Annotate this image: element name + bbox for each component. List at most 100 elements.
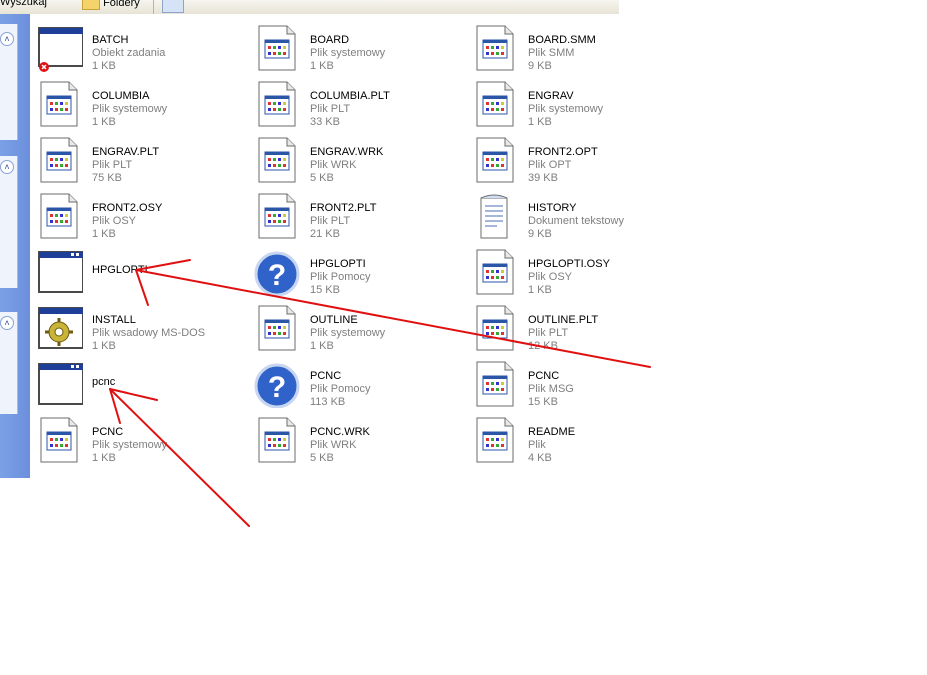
folders-label: Foldery (103, 0, 140, 9)
file-item[interactable]: HPGLOPTI.OSY Plik OSY 1 KB (471, 248, 671, 298)
system-file-icon (35, 80, 83, 128)
file-item[interactable]: FRONT2.OSY Plik OSY 1 KB (35, 192, 235, 242)
file-size: 15 KB (310, 284, 340, 296)
file-size: 1 KB (92, 116, 116, 128)
system-file-icon (471, 304, 519, 352)
scheduled-task-icon (35, 24, 84, 72)
file-item[interactable]: OUTLINE Plik systemowy 1 KB (253, 304, 453, 354)
task-pane: ˄ ˄ ˄ (0, 14, 30, 478)
file-type: Plik PLT (92, 159, 133, 171)
help-file-icon: ? (253, 248, 301, 297)
collapse-chevron-icon[interactable]: ˄ (0, 160, 14, 174)
file-name: FRONT2.OPT (528, 146, 598, 158)
search-label: Wyszukaj (0, 0, 47, 8)
file-type: Plik wsadowy MS-DOS (92, 327, 206, 339)
folder-icon (82, 0, 100, 10)
file-item[interactable]: COLUMBIA.PLT Plik PLT 33 KB (253, 80, 453, 130)
file-size: 5 KB (310, 452, 334, 464)
file-type: Plik PLT (528, 327, 569, 339)
file-item[interactable]: HISTORY Dokument tekstowy 9 KB (471, 192, 671, 242)
file-name: FRONT2.OSY (92, 202, 163, 214)
file-type: Plik systemowy (310, 327, 386, 339)
system-file-icon (35, 416, 83, 464)
file-name: HISTORY (528, 202, 577, 214)
system-file-icon (471, 248, 519, 296)
system-file-icon (253, 80, 301, 128)
file-item[interactable]: FRONT2.OPT Plik OPT 39 KB (471, 136, 671, 186)
system-file-icon (471, 80, 519, 128)
file-size: 1 KB (528, 116, 552, 128)
file-item[interactable]: ENGRAV.PLT Plik PLT 75 KB (35, 136, 235, 186)
file-name: OUTLINE.PLT (528, 314, 599, 326)
file-item[interactable]: PCNC Plik MSG 15 KB (471, 360, 671, 410)
file-type: Plik Pomocy (310, 271, 371, 283)
file-item[interactable]: ENGRAV Plik systemowy 1 KB (471, 80, 671, 130)
search-button[interactable]: Wyszukaj (0, 0, 47, 8)
file-item[interactable]: COLUMBIA Plik systemowy 1 KB (35, 80, 235, 130)
file-item[interactable]: PCNC Plik systemowy 1 KB (35, 416, 235, 466)
toolbar-separator (153, 0, 154, 14)
file-type: Plik systemowy (92, 103, 168, 115)
file-item[interactable]: ENGRAV.WRK Plik WRK 5 KB (253, 136, 453, 186)
file-type: Plik systemowy (528, 103, 604, 115)
file-size: 1 KB (92, 228, 116, 240)
batch-file-icon (35, 304, 84, 352)
svg-text:?: ? (268, 371, 286, 404)
file-size: 15 KB (528, 396, 558, 408)
file-type: Plik OSY (92, 215, 137, 227)
file-size: 33 KB (310, 116, 340, 128)
file-item[interactable]: INSTALL Plik wsadowy MS-DOS 1 KB (35, 304, 235, 354)
file-size: 12 KB (528, 340, 558, 352)
file-type: Plik Pomocy (310, 383, 371, 395)
file-type: Plik PLT (310, 215, 351, 227)
collapse-chevron-icon[interactable]: ˄ (0, 316, 14, 330)
file-item[interactable]: pcnc (35, 360, 235, 410)
file-size: 113 KB (310, 396, 346, 408)
file-size: 75 KB (92, 172, 122, 184)
file-name: PCNC (528, 370, 560, 382)
collapse-chevron-icon[interactable]: ˄ (0, 32, 14, 46)
file-name: pcnc (92, 376, 116, 388)
file-type: Plik WRK (310, 159, 357, 171)
file-type: Plik systemowy (92, 439, 168, 451)
file-type: Dokument tekstowy (528, 215, 624, 227)
file-item[interactable]: BOARD.SMM Plik SMM 9 KB (471, 24, 671, 74)
file-item[interactable]: BATCH Obiekt zadania 1 KB (35, 24, 235, 74)
file-name: COLUMBIA (92, 90, 150, 102)
system-file-icon (471, 360, 519, 408)
file-item[interactable]: FRONT2.PLT Plik PLT 21 KB (253, 192, 453, 242)
file-size: 1 KB (92, 452, 116, 464)
file-size: 39 KB (528, 172, 558, 184)
folders-button[interactable]: Foldery (82, 0, 140, 10)
file-type: Plik OSY (528, 271, 573, 283)
file-item[interactable]: BOARD Plik systemowy 1 KB (253, 24, 453, 74)
file-item[interactable]: ? PCNC Plik Pomocy 113 KB (253, 360, 453, 410)
system-file-icon (253, 192, 301, 240)
file-name: INSTALL (92, 314, 136, 326)
file-size: 4 KB (528, 452, 552, 464)
file-item[interactable]: HPGLOPTI (35, 248, 235, 298)
file-item[interactable]: OUTLINE.PLT Plik PLT 12 KB (471, 304, 671, 354)
file-item[interactable]: PCNC.WRK Plik WRK 5 KB (253, 416, 453, 466)
system-file-icon (253, 304, 301, 352)
file-item[interactable]: README Plik 4 KB (471, 416, 671, 466)
file-size: 9 KB (528, 228, 552, 240)
file-type: Obiekt zadania (92, 47, 166, 59)
system-file-icon (471, 416, 519, 464)
system-file-icon (471, 24, 519, 72)
view-menu-button[interactable] (162, 0, 184, 13)
file-size: 21 KB (310, 228, 340, 240)
file-item[interactable]: ? HPGLOPTI Plik Pomocy 15 KB (253, 248, 453, 298)
application-window-icon (35, 248, 84, 296)
svg-text:?: ? (268, 259, 286, 292)
file-name: ENGRAV.WRK (310, 146, 384, 158)
file-type: Plik SMM (528, 47, 575, 59)
task-panel-2 (0, 156, 18, 288)
file-type: Plik (528, 439, 546, 451)
file-name: BATCH (92, 34, 129, 46)
file-type: Plik systemowy (310, 47, 386, 59)
file-size: 1 KB (92, 60, 116, 72)
file-name: OUTLINE (310, 314, 358, 326)
file-type: Plik PLT (310, 103, 351, 115)
system-file-icon (253, 136, 301, 184)
